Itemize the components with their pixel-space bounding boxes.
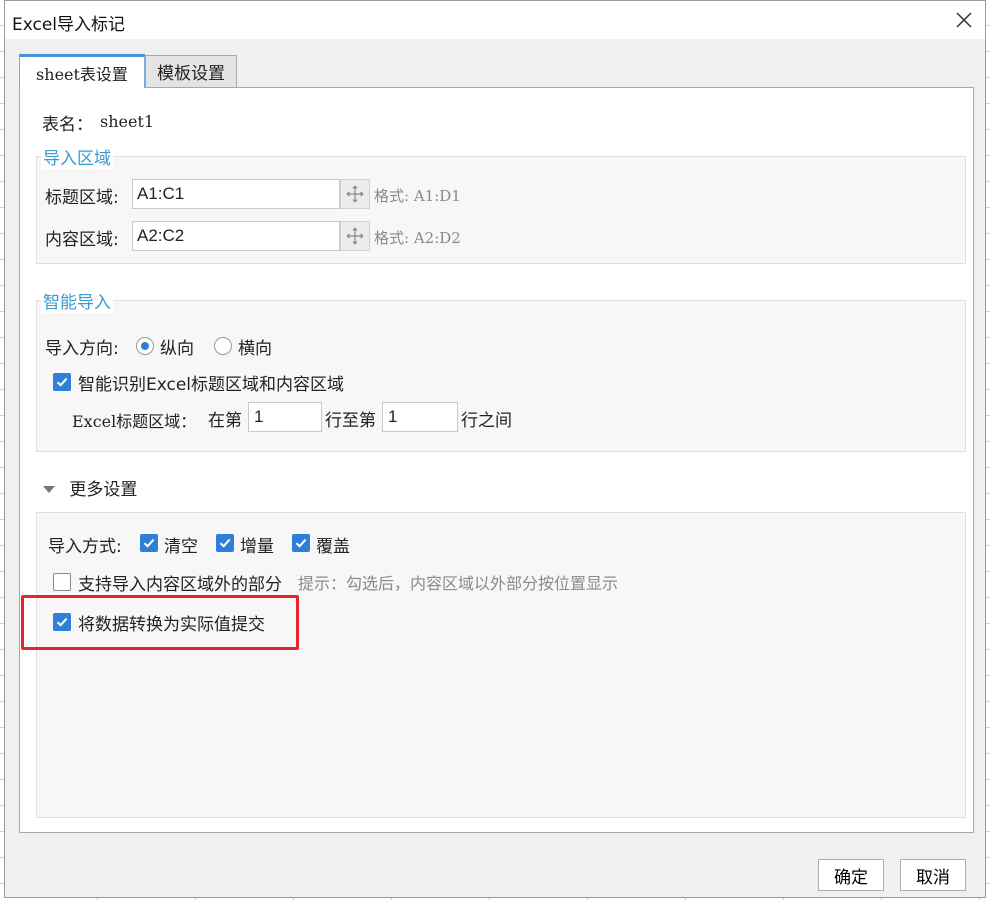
title-rows-from-label: 在第 xyxy=(208,411,242,431)
import-mode-increment-label: 增量 xyxy=(240,537,274,557)
triangle-down-icon xyxy=(43,486,55,493)
dialog-title: Excel导入标记 xyxy=(12,15,126,35)
import-mode-overwrite-checkbox[interactable] xyxy=(292,534,310,552)
move-icon xyxy=(346,227,364,245)
title-region-format-hint: 格式: A1:D1 xyxy=(374,187,461,205)
tab-label: 模板设置 xyxy=(157,64,225,84)
highlight-annotation xyxy=(21,595,299,650)
title-region-value: A1:C1 xyxy=(137,184,185,203)
title-rows-prefix: Excel标题区域： xyxy=(72,412,197,431)
tab-label: sheet表设置 xyxy=(36,64,128,84)
outside-content-checkbox[interactable] xyxy=(53,573,71,591)
direction-horizontal-radio[interactable] xyxy=(214,337,232,355)
content-region-input[interactable]: A2:C2 xyxy=(132,221,340,251)
title-region-input[interactable]: A1:C1 xyxy=(132,179,340,209)
import-mode-overwrite-label: 覆盖 xyxy=(316,537,350,557)
check-icon xyxy=(143,538,155,548)
check-icon xyxy=(295,538,307,548)
import-mode-label: 导入方式: xyxy=(48,537,122,557)
title-rows-to-label: 行至第 xyxy=(325,411,376,431)
title-row-to-value: 1 xyxy=(388,407,398,426)
excel-import-dialog: Excel导入标记 sheet表设置 模板设置 表名： sheet1 导入区域 … xyxy=(4,0,986,898)
more-settings-label: 更多设置 xyxy=(69,480,138,500)
cancel-button[interactable]: 取消 xyxy=(900,859,966,891)
title-region-label: 标题区域: xyxy=(45,188,119,208)
import-mode-clear-checkbox[interactable] xyxy=(140,534,158,552)
content-region-label: 内容区域: xyxy=(45,230,119,250)
title-rows-suffix: 行之间 xyxy=(461,411,512,431)
content-region-picker[interactable] xyxy=(340,221,370,251)
move-icon xyxy=(346,185,364,203)
outside-content-hint: 提示：勾选后，内容区域以外部分按位置显示 xyxy=(298,574,619,593)
content-region-format-hint: 格式: A2:D2 xyxy=(374,229,461,247)
auto-detect-checkbox[interactable] xyxy=(53,373,71,391)
more-settings-toggle[interactable]: 更多设置 xyxy=(42,475,137,500)
direction-horizontal-label: 横向 xyxy=(238,339,272,359)
sheet-settings-panel: 表名： sheet1 导入区域 标题区域: A1:C1 格式: A1:D1 内容… xyxy=(19,87,974,833)
title-row-from-input[interactable]: 1 xyxy=(248,402,322,432)
ok-button[interactable]: 确定 xyxy=(818,859,884,891)
import-mode-increment-checkbox[interactable] xyxy=(216,534,234,552)
direction-vertical-radio[interactable] xyxy=(136,337,154,355)
direction-label: 导入方向: xyxy=(45,339,119,359)
sheet-name-value: sheet1 xyxy=(100,112,155,131)
outside-content-label: 支持导入内容区域外的部分 xyxy=(78,575,282,595)
tab-sheet-settings[interactable]: sheet表设置 xyxy=(19,54,145,88)
content-region-value: A2:C2 xyxy=(137,226,185,245)
smart-import-legend: 智能导入 xyxy=(41,288,113,313)
direction-vertical-label: 纵向 xyxy=(160,339,194,359)
import-region-legend: 导入区域 xyxy=(41,144,113,169)
dialog-titlebar: Excel导入标记 xyxy=(5,1,985,39)
check-icon xyxy=(219,538,231,548)
tab-template-settings[interactable]: 模板设置 xyxy=(145,55,237,87)
check-icon xyxy=(56,377,68,387)
sheet-name-label: 表名： xyxy=(42,115,93,135)
dialog-body: sheet表设置 模板设置 表名： sheet1 导入区域 标题区域: A1:C… xyxy=(5,39,985,897)
more-settings-group xyxy=(36,512,966,818)
radio-dot xyxy=(141,342,149,350)
close-button[interactable] xyxy=(951,7,977,33)
close-icon xyxy=(956,12,972,28)
auto-detect-label: 智能识别Excel标题区域和内容区域 xyxy=(78,375,345,395)
title-row-from-value: 1 xyxy=(254,407,264,426)
import-mode-clear-label: 清空 xyxy=(164,537,198,557)
title-row-to-input[interactable]: 1 xyxy=(382,402,458,432)
title-region-picker[interactable] xyxy=(340,179,370,209)
